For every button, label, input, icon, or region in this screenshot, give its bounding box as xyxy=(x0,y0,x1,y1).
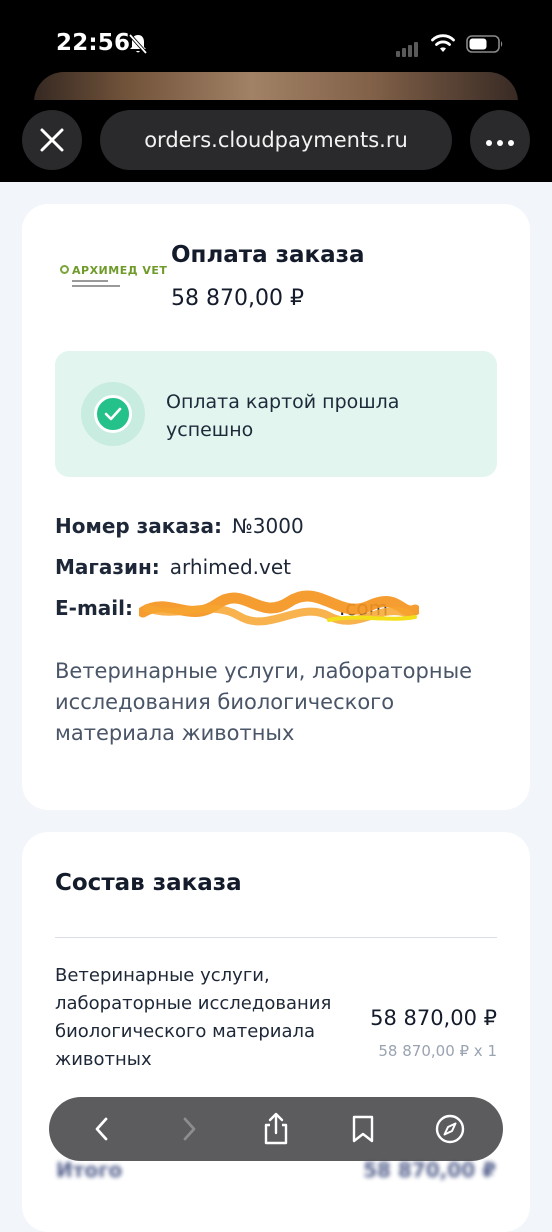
browser-toolbar xyxy=(49,1097,503,1161)
order-number-row: Номер заказа: №3000 xyxy=(55,514,304,538)
logo-mark-icon xyxy=(60,265,69,274)
redaction-scribble xyxy=(139,590,420,626)
share-button[interactable] xyxy=(252,1105,300,1153)
wifi-icon xyxy=(431,34,455,52)
chevron-left-icon xyxy=(95,1117,108,1141)
email-label: E-mail: xyxy=(55,596,134,620)
order-number-label: Номер заказа: xyxy=(55,514,222,538)
compass-icon xyxy=(435,1114,464,1144)
forward-button[interactable] xyxy=(165,1105,213,1153)
more-options-button[interactable] xyxy=(470,110,530,170)
bookmarks-button[interactable] xyxy=(339,1105,387,1153)
share-icon xyxy=(264,1112,288,1145)
order-total-value: 58 870,00 ₽ xyxy=(363,1158,496,1182)
address-bar-url: orders.cloudpayments.ru xyxy=(144,128,408,152)
order-item-name: Ветеринарные услуги, лабораторные исслед… xyxy=(55,965,332,1070)
order-section-title: Состав заказа xyxy=(55,870,242,896)
order-description: Ветеринарные услуги, лабораторные исслед… xyxy=(55,659,473,745)
order-total-label: Итого xyxy=(56,1158,123,1182)
cellular-signal-icon xyxy=(396,38,420,57)
bell-off-icon xyxy=(128,33,148,55)
close-button[interactable] xyxy=(22,110,82,170)
bookmark-icon xyxy=(352,1115,373,1143)
payment-card: АРХИМЕД VET Оплата заказа 58 870,00 ₽ Оп… xyxy=(22,204,530,810)
status-time: 22:56 xyxy=(56,30,131,56)
payment-success-banner: Оплата картой прошла успешно xyxy=(55,351,497,477)
close-icon xyxy=(40,128,64,152)
shop-row: Магазин: arhimed.vet xyxy=(55,555,291,579)
success-icon xyxy=(81,382,145,446)
browser-address-row: orders.cloudpayments.ru xyxy=(0,100,552,182)
address-bar[interactable]: orders.cloudpayments.ru xyxy=(100,110,452,170)
page-title: Оплата заказа xyxy=(171,242,365,268)
shop-value: arhimed.vet xyxy=(169,555,291,579)
merchant-logo: АРХИМЕД VET xyxy=(60,260,167,300)
shop-label: Магазин: xyxy=(55,555,160,579)
order-item-price: 58 870,00 ₽ xyxy=(370,1006,497,1030)
back-button[interactable] xyxy=(78,1105,126,1153)
open-in-browser-button[interactable] xyxy=(426,1105,474,1153)
email-row: E-mail: .com xyxy=(55,590,420,626)
battery-icon xyxy=(466,35,503,53)
browser-chrome-top: 22:56 orders.cloudpayments.ru xyxy=(0,0,552,182)
checkmark-icon xyxy=(104,407,122,421)
chevron-right-icon xyxy=(183,1117,196,1141)
success-message: Оплата картой прошла успешно xyxy=(166,391,400,441)
order-number-value: №3000 xyxy=(231,514,304,538)
status-bar: 22:56 xyxy=(0,0,552,80)
payment-amount: 58 870,00 ₽ xyxy=(171,286,304,311)
logo-text: АРХИМЕД VET xyxy=(72,264,168,277)
order-item-unit-qty: 58 870,00 ₽ x 1 xyxy=(378,1042,497,1060)
email-value: .com xyxy=(139,590,420,626)
divider xyxy=(55,937,497,938)
ellipsis-icon xyxy=(484,131,517,150)
logo-subtext-line xyxy=(72,285,120,287)
logo-subtext-line xyxy=(72,280,108,282)
